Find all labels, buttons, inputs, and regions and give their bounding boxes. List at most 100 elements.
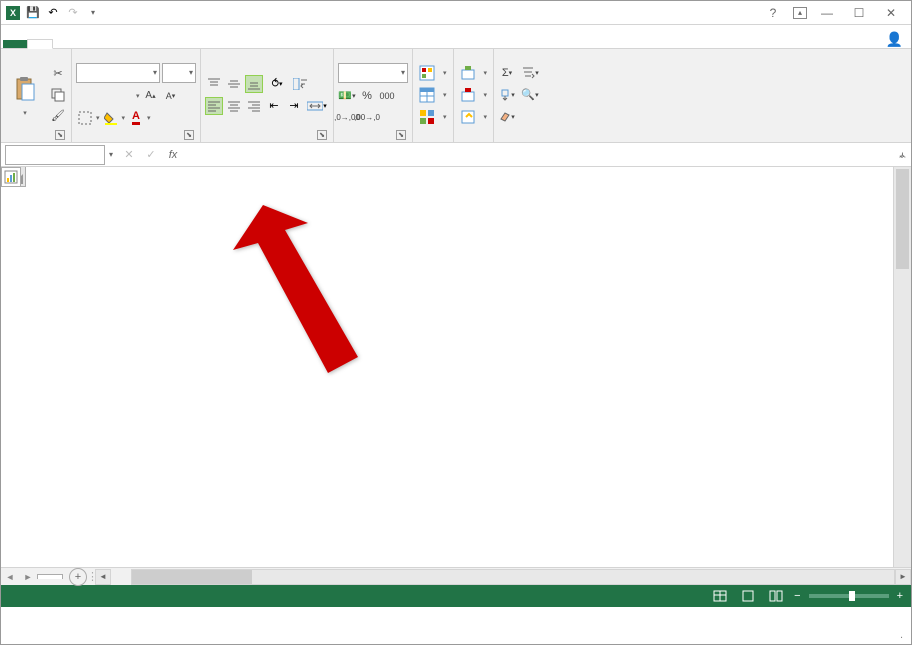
quick-analysis-icon[interactable] (1, 167, 21, 187)
tab-file[interactable] (3, 40, 27, 48)
collapse-ribbon-icon[interactable]: ㅅ (898, 147, 907, 162)
group-styles: ▾ ▾ ▾ (413, 49, 454, 142)
enter-formula-icon[interactable]: ✓ (141, 145, 161, 165)
sort-filter-icon[interactable]: ▾ (518, 64, 542, 82)
view-page-break-icon[interactable] (766, 588, 786, 604)
font-launcher[interactable]: ⬊ (184, 130, 194, 140)
shrink-font-icon[interactable]: A▾ (162, 87, 180, 105)
align-left-icon[interactable] (205, 97, 223, 115)
ribbon-options-icon[interactable]: ▴ (793, 7, 807, 19)
sheet-nav-first-icon[interactable]: ◄ (1, 569, 19, 585)
group-font: ▾ A▴ A▾ ▾ ▾ A ▾ ⬊ (72, 49, 201, 142)
format-painter-icon[interactable]: 🖌 (49, 107, 67, 125)
sheet-nav-prev-icon[interactable]: ► (19, 569, 37, 585)
cut-icon[interactable]: ✂ (49, 65, 67, 83)
sheet-tab[interactable] (37, 574, 63, 579)
formula-bar: ▾ ✕ ✓ fx ⌄ (1, 143, 911, 167)
group-cells: ▾ ▾ ▾ (454, 49, 495, 142)
orientation-icon[interactable]: ⥀▾ (265, 75, 289, 93)
column-headers (26, 167, 911, 187)
new-sheet-icon[interactable]: + (69, 568, 87, 586)
tab-formulas[interactable] (101, 40, 125, 48)
save-icon[interactable]: 💾 (25, 5, 41, 21)
number-launcher[interactable]: ⬊ (396, 130, 406, 140)
zoom-slider[interactable] (809, 594, 889, 598)
align-top-icon[interactable] (205, 75, 223, 93)
decrease-decimal-icon[interactable]: ,00→,0 (358, 109, 376, 127)
tab-home[interactable] (27, 39, 53, 49)
italic-button[interactable] (96, 87, 114, 105)
qat-dropdown-icon[interactable]: ▾ (85, 5, 101, 21)
status-bar: − + (1, 585, 911, 607)
close-icon[interactable]: ✕ (879, 4, 903, 22)
format-cells-icon (460, 109, 476, 125)
format-cells-button[interactable]: ▾ (458, 107, 490, 127)
maximize-icon[interactable]: ☐ (847, 4, 871, 22)
borders-icon[interactable] (76, 109, 94, 127)
undo-icon[interactable]: ↶ (45, 5, 61, 21)
sign-in[interactable]: 👤 (882, 31, 903, 48)
help-icon[interactable]: ? (761, 4, 785, 22)
hscroll-left-icon[interactable]: ◄ (95, 569, 111, 585)
align-middle-icon[interactable] (225, 75, 243, 93)
horizontal-scrollbar[interactable] (131, 569, 895, 585)
align-right-icon[interactable] (245, 97, 263, 115)
tab-page-layout[interactable] (77, 40, 101, 48)
fx-icon[interactable]: fx (163, 145, 183, 165)
merge-icon[interactable]: ▾ (305, 97, 329, 115)
font-size-select[interactable] (162, 63, 196, 83)
group-editing: Σ▾ ▾ ▾ 🔍▾ ▾ (494, 49, 911, 142)
decrease-indent-icon[interactable]: ⇤ (265, 97, 283, 115)
conditional-formatting-button[interactable]: ▾ (417, 63, 449, 83)
bold-button[interactable] (76, 87, 94, 105)
increase-indent-icon[interactable]: ⇥ (285, 97, 303, 115)
format-as-table-button[interactable]: ▾ (417, 85, 449, 105)
find-icon[interactable]: 🔍▾ (518, 86, 542, 104)
clear-icon[interactable]: ▾ (498, 108, 516, 126)
redo-icon[interactable]: ↷ (65, 5, 81, 21)
grow-font-icon[interactable]: A▴ (142, 87, 160, 105)
minimize-icon[interactable]: — (815, 4, 839, 22)
align-launcher[interactable]: ⬊ (317, 130, 327, 140)
delete-cells-button[interactable]: ▾ (458, 85, 490, 105)
fill-icon[interactable]: ▾ (498, 86, 516, 104)
name-box[interactable] (5, 145, 105, 165)
underline-button[interactable] (116, 87, 134, 105)
view-normal-icon[interactable] (710, 588, 730, 604)
comma-icon[interactable]: 000 (378, 87, 396, 105)
font-name-select[interactable] (76, 63, 160, 83)
zoom-out-icon[interactable]: − (794, 590, 800, 602)
autosum-icon[interactable]: Σ▾ (498, 64, 516, 82)
ribbon: ▾ ✂ 🖌 ⬊ ▾ A▴ A▾ (1, 49, 911, 143)
window-controls: ? ▴ — ☐ ✕ (761, 4, 911, 22)
percent-icon[interactable]: % (358, 87, 376, 105)
zoom-in-icon[interactable]: + (897, 590, 903, 602)
table-icon (419, 87, 435, 103)
cancel-formula-icon[interactable]: ✕ (119, 145, 139, 165)
cell-styles-button[interactable]: ▾ (417, 107, 449, 127)
number-format-select[interactable] (338, 63, 408, 83)
vertical-scrollbar[interactable] (893, 167, 911, 567)
align-bottom-icon[interactable] (245, 75, 263, 93)
paste-button[interactable]: ▾ (5, 51, 45, 138)
hscroll-right-icon[interactable]: ► (895, 569, 911, 585)
font-color-icon[interactable]: A (127, 109, 145, 127)
group-alignment: ⥀▾ ⇤ ⇥ ▾ ⬊ (201, 49, 334, 142)
copy-icon[interactable] (49, 86, 67, 104)
tab-view[interactable] (173, 40, 197, 48)
quick-access-toolbar: X 💾 ↶ ↷ ▾ (1, 5, 101, 21)
fill-color-icon[interactable] (102, 109, 120, 127)
tab-review[interactable] (149, 40, 173, 48)
align-center-icon[interactable] (225, 97, 243, 115)
excel-icon[interactable]: X (5, 5, 21, 21)
insert-cells-button[interactable]: ▾ (458, 63, 490, 83)
view-page-layout-icon[interactable] (738, 588, 758, 604)
wrap-text-icon[interactable] (291, 75, 311, 93)
clipboard-launcher[interactable]: ⬊ (55, 130, 65, 140)
group-number: 💵▾ % 000 ,0→,00 ,00→,0 ⬊ (334, 49, 413, 142)
tab-insert[interactable] (53, 40, 77, 48)
delete-cells-icon (460, 87, 476, 103)
tab-data[interactable] (125, 40, 149, 48)
annotation-arrow (233, 205, 363, 378)
accounting-icon[interactable]: 💵▾ (338, 87, 356, 105)
